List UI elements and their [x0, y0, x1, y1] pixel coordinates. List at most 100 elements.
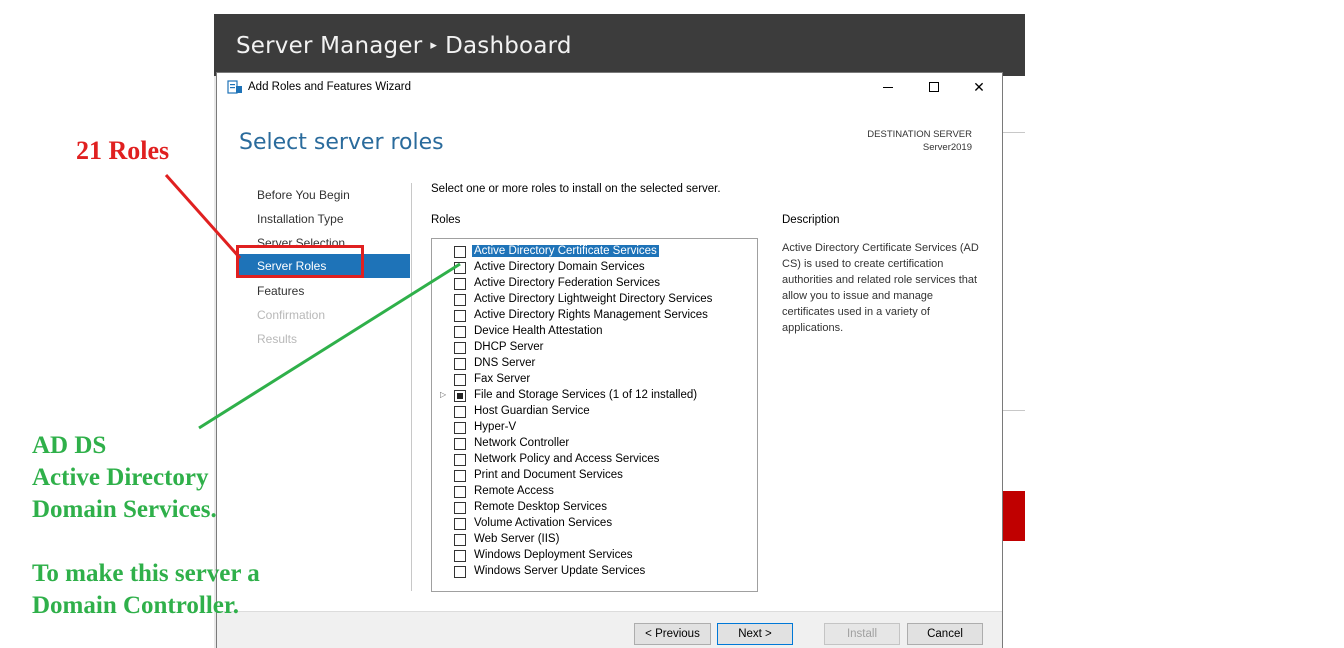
- role-label: Active Directory Lightweight Directory S…: [474, 293, 713, 305]
- install-button: Install: [824, 623, 900, 645]
- roles-list[interactable]: Active Directory Certificate Services Act…: [431, 238, 758, 592]
- maximize-button[interactable]: [919, 77, 949, 97]
- role-checkbox[interactable]: [454, 550, 466, 562]
- close-icon: ✕: [973, 79, 985, 95]
- instruction-text: Select one or more roles to install on t…: [431, 183, 721, 195]
- minimize-icon: [883, 87, 893, 88]
- role-row[interactable]: Windows Deployment Services: [432, 548, 757, 564]
- role-row[interactable]: Network Policy and Access Services: [432, 452, 757, 468]
- role-label: Hyper-V: [474, 421, 517, 433]
- role-label: Active Directory Rights Management Servi…: [474, 309, 708, 321]
- app-title: Server Manager: [236, 33, 423, 59]
- server-manager-divider: [1002, 132, 1025, 133]
- wizard-app-icon: [227, 80, 242, 94]
- description-text: Active Directory Certificate Services (A…: [782, 242, 979, 334]
- minimize-button[interactable]: [873, 77, 903, 97]
- next-button[interactable]: Next >: [717, 623, 793, 645]
- nav-item-results: Results: [257, 332, 298, 346]
- role-label: Web Server (IIS): [474, 533, 560, 545]
- role-label: Active Directory Federation Services: [474, 277, 660, 289]
- role-checkbox[interactable]: [454, 518, 466, 530]
- role-checkbox[interactable]: [454, 262, 466, 274]
- role-row[interactable]: Remote Desktop Services: [432, 500, 757, 516]
- wizard-title: Add Roles and Features Wizard: [248, 81, 411, 93]
- role-row[interactable]: DNS Server: [432, 356, 757, 372]
- role-checkbox[interactable]: [454, 486, 466, 498]
- role-checkbox[interactable]: [454, 438, 466, 450]
- role-label: Volume Activation Services: [474, 517, 613, 529]
- role-row[interactable]: Active Directory Federation Services: [432, 276, 757, 292]
- annotation-line: Active Directory: [32, 464, 209, 491]
- role-label: Active Directory Certificate Services: [471, 244, 660, 258]
- previous-button[interactable]: < Previous: [634, 623, 711, 645]
- role-row[interactable]: Host Guardian Service: [432, 404, 757, 420]
- server-manager-title: Server Manager ▸ Dashboard: [236, 33, 572, 59]
- nav-item-before-you-begin[interactable]: Before You Begin: [257, 188, 350, 202]
- role-row[interactable]: Print and Document Services: [432, 468, 757, 484]
- role-row[interactable]: Volume Activation Services: [432, 516, 757, 532]
- role-label: Network Policy and Access Services: [474, 453, 660, 465]
- ad-ds-annotation: AD DS Active Directory Domain Services. …: [32, 430, 260, 622]
- role-row[interactable]: Active Directory Lightweight Directory S…: [432, 292, 757, 308]
- role-label: Network Controller: [474, 437, 570, 449]
- role-row[interactable]: Network Controller: [432, 436, 757, 452]
- role-checkbox[interactable]: [454, 278, 466, 290]
- role-checkbox[interactable]: [454, 374, 466, 386]
- role-checkbox[interactable]: [454, 390, 466, 402]
- role-checkbox[interactable]: [454, 566, 466, 578]
- role-checkbox[interactable]: [454, 534, 466, 546]
- server-manager-divider: [1002, 410, 1025, 411]
- role-row[interactable]: Active Directory Rights Management Servi…: [432, 308, 757, 324]
- nav-item-installation-type[interactable]: Installation Type: [257, 212, 344, 226]
- role-checkbox[interactable]: [454, 342, 466, 354]
- role-row[interactable]: Fax Server: [432, 372, 757, 388]
- cancel-button[interactable]: Cancel: [907, 623, 983, 645]
- description-label: Description: [782, 214, 840, 226]
- role-label: Device Health Attestation: [474, 325, 603, 337]
- breadcrumb-separator-icon: ▸: [430, 38, 438, 53]
- role-row[interactable]: Active Directory Certificate Services: [432, 244, 757, 260]
- role-row[interactable]: ▷ File and Storage Services (1 of 12 inst…: [432, 388, 757, 404]
- role-label: DHCP Server: [474, 341, 544, 353]
- nav-item-features[interactable]: Features: [257, 284, 304, 298]
- role-row[interactable]: Remote Access: [432, 484, 757, 500]
- role-label: Fax Server: [474, 373, 531, 385]
- role-row[interactable]: DHCP Server: [432, 340, 757, 356]
- role-row[interactable]: Active Directory Domain Services: [432, 260, 757, 276]
- nav-divider: [411, 183, 412, 591]
- role-label: Windows Server Update Services: [474, 565, 646, 577]
- annotation-line: To make this server a: [32, 560, 260, 587]
- role-checkbox[interactable]: [454, 310, 466, 322]
- server-roles-highlight-box: [236, 245, 364, 278]
- page-title[interactable]: Dashboard: [445, 33, 572, 59]
- expand-arrow-icon[interactable]: ▷: [440, 390, 446, 399]
- role-label: Remote Access: [474, 485, 554, 497]
- role-checkbox[interactable]: [454, 454, 466, 466]
- role-row[interactable]: Windows Server Update Services: [432, 564, 757, 580]
- roles-label: Roles: [431, 214, 461, 226]
- annotation-line: Domain Controller.: [32, 592, 239, 619]
- role-checkbox[interactable]: [454, 406, 466, 418]
- role-checkbox[interactable]: [454, 470, 466, 482]
- role-checkbox[interactable]: [454, 358, 466, 370]
- role-checkbox[interactable]: [454, 326, 466, 338]
- server-manager-alert-tile[interactable]: [1002, 491, 1025, 541]
- destination-server-label: DESTINATION SERVER: [867, 129, 972, 140]
- role-row[interactable]: Web Server (IIS): [432, 532, 757, 548]
- close-button[interactable]: ✕: [964, 77, 994, 97]
- add-roles-wizard-window: Add Roles and Features Wizard ✕ Select s…: [216, 72, 1003, 648]
- role-label: Remote Desktop Services: [474, 501, 607, 513]
- roles-count-annotation: 21 Roles: [76, 136, 170, 165]
- wizard-titlebar[interactable]: Add Roles and Features Wizard ✕: [217, 73, 1002, 101]
- wizard-heading: Select server roles: [239, 130, 444, 155]
- role-label: DNS Server: [474, 357, 536, 369]
- role-checkbox[interactable]: [454, 294, 466, 306]
- role-row[interactable]: Device Health Attestation: [432, 324, 757, 340]
- role-row[interactable]: Hyper-V: [432, 420, 757, 436]
- role-checkbox[interactable]: [454, 422, 466, 434]
- nav-item-confirmation: Confirmation: [257, 308, 326, 322]
- annotation-line: AD DS: [32, 432, 107, 459]
- role-label: Print and Document Services: [474, 469, 623, 481]
- role-checkbox[interactable]: [454, 502, 466, 514]
- role-checkbox[interactable]: [454, 246, 466, 258]
